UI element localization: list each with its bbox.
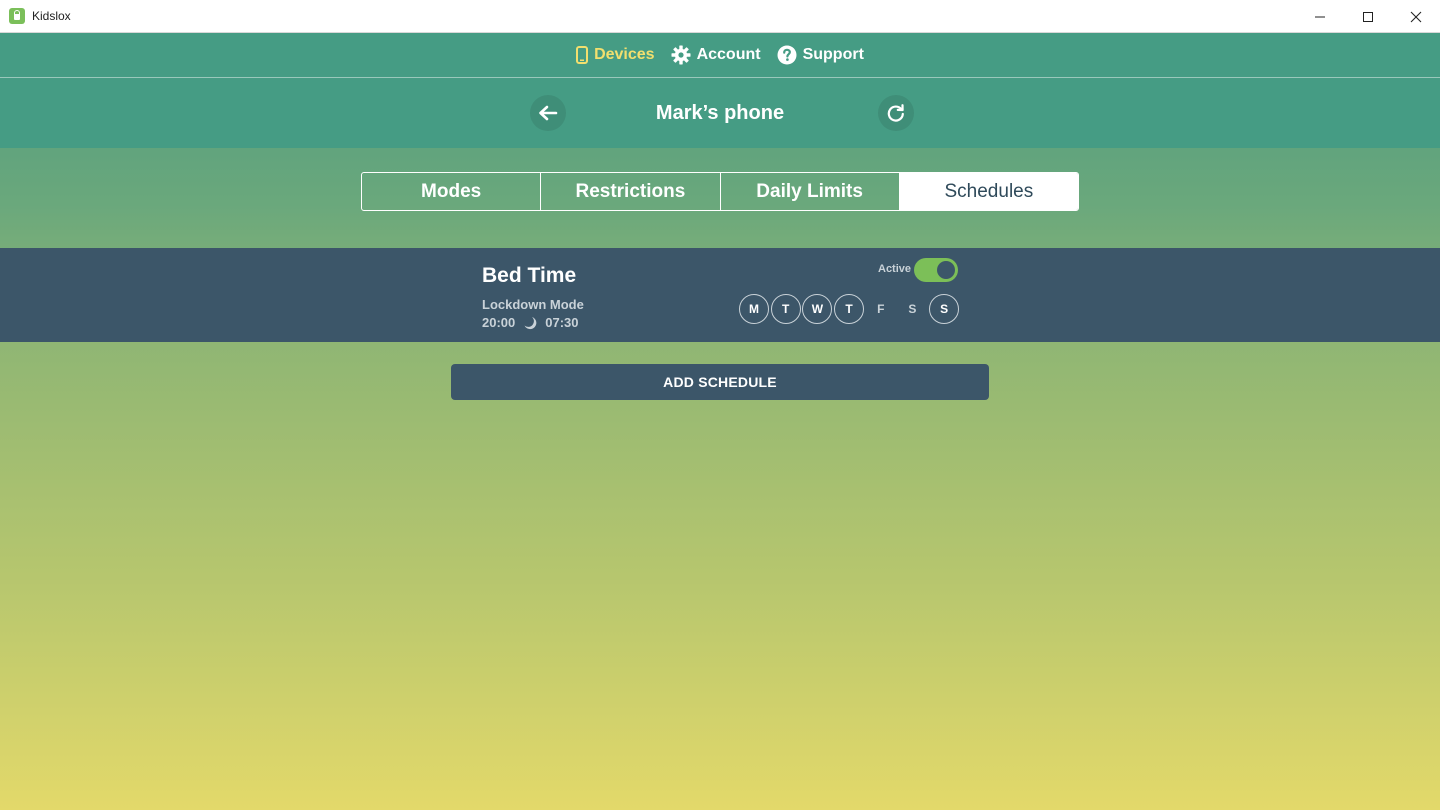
add-schedule-button[interactable]: ADD SCHEDULE: [451, 364, 989, 400]
arrow-left-icon: [539, 105, 558, 121]
close-icon: [1410, 11, 1422, 22]
toggle-knob: [937, 261, 955, 279]
day-saturday[interactable]: S: [897, 294, 927, 324]
day-thursday[interactable]: T: [834, 294, 865, 324]
nav-label-account: Account: [696, 46, 761, 63]
device-name: Mark’s phone: [655, 101, 785, 124]
maximize-icon: [1363, 11, 1373, 22]
schedule-mode: Lockdown Mode: [482, 297, 584, 312]
refresh-button[interactable]: [878, 95, 914, 131]
minimize-button[interactable]: [1296, 0, 1344, 33]
app-content: Devices Account Support Mark’s phone Mod…: [0, 33, 1440, 810]
nav-item-devices[interactable]: Devices: [576, 46, 655, 64]
top-navigation: Devices Account Support: [0, 33, 1440, 78]
schedule-name: Bed Time: [482, 264, 577, 287]
kidslox-app-icon: [9, 8, 25, 24]
active-label: Active: [878, 263, 912, 275]
window-titlebar: Kidslox: [0, 0, 1440, 33]
help-icon: [777, 45, 797, 65]
refresh-icon: [887, 104, 904, 122]
minimize-icon: [1315, 16, 1325, 17]
phone-icon: [576, 46, 589, 64]
moon-icon: [524, 316, 537, 329]
tab-daily-limits[interactable]: Daily Limits: [721, 173, 900, 210]
day-tuesday[interactable]: T: [770, 294, 801, 324]
day-wednesday[interactable]: W: [802, 294, 833, 324]
back-button[interactable]: [530, 95, 566, 131]
schedule-days: M T W T F S S: [739, 294, 961, 324]
schedule-start-time: 20:00: [482, 315, 516, 330]
schedule-item[interactable]: Bed Time Lockdown Mode 20:00 07:30 Activ…: [0, 248, 1440, 342]
tab-modes[interactable]: Modes: [362, 173, 542, 210]
day-sunday[interactable]: S: [929, 294, 960, 324]
schedule-times: 20:00 07:30: [482, 315, 579, 330]
tab-schedules[interactable]: Schedules: [899, 173, 1078, 210]
maximize-button[interactable]: [1344, 0, 1392, 33]
nav-item-support[interactable]: Support: [777, 45, 864, 65]
tab-restrictions[interactable]: Restrictions: [541, 173, 721, 210]
close-button[interactable]: [1392, 0, 1440, 33]
nav-label-devices: Devices: [594, 46, 655, 63]
window-title: Kidslox: [32, 9, 71, 23]
active-toggle[interactable]: [914, 258, 958, 282]
day-friday[interactable]: F: [866, 294, 896, 324]
device-tabs: Modes Restrictions Daily Limits Schedule…: [361, 172, 1079, 211]
day-monday[interactable]: M: [739, 294, 769, 324]
gear-icon: [671, 45, 691, 65]
schedule-end-time: 07:30: [545, 315, 579, 330]
window-controls: [1296, 0, 1440, 33]
nav-item-account[interactable]: Account: [671, 45, 761, 65]
device-header: Mark’s phone: [0, 78, 1440, 148]
nav-label-support: Support: [802, 46, 864, 63]
